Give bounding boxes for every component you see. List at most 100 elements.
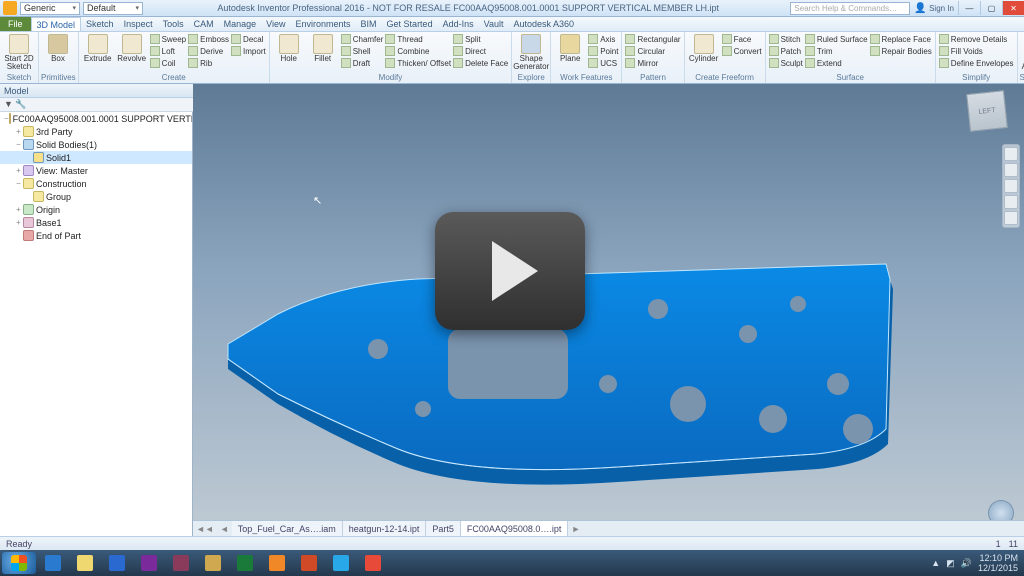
- fillet-button[interactable]: Fillet: [306, 33, 340, 63]
- plane-button[interactable]: Plane: [553, 33, 587, 63]
- stitch-button[interactable]: Stitch: [769, 33, 803, 45]
- tree-root[interactable]: −FC00AAQ95008.001.0001 SUPPORT VERTICAL …: [0, 112, 192, 125]
- cylinder-button[interactable]: Cylinder: [687, 33, 721, 63]
- doc-tab[interactable]: heatgun-12-14.ipt: [343, 521, 427, 536]
- navigation-bar[interactable]: [1002, 144, 1020, 228]
- taskbar-notes[interactable]: [166, 552, 196, 574]
- point-button[interactable]: Point: [588, 45, 618, 57]
- taskbar-inventor[interactable]: [262, 552, 292, 574]
- nav-zoom-icon[interactable]: [1004, 179, 1018, 193]
- tab-tools[interactable]: Tools: [158, 17, 189, 31]
- viewcube[interactable]: LEFT: [966, 90, 1008, 132]
- taskbar-app[interactable]: [198, 552, 228, 574]
- revolve-button[interactable]: Revolve: [115, 33, 149, 63]
- define-envelopes-button[interactable]: Define Envelopes: [939, 57, 1014, 69]
- convert-ff-button[interactable]: Convert: [722, 45, 762, 57]
- tab-view[interactable]: View: [261, 17, 290, 31]
- materials-combo[interactable]: Generic▾: [20, 2, 80, 15]
- browser-toolbar[interactable]: ▼ 🔧: [0, 98, 193, 112]
- tray-network-icon[interactable]: ◩: [946, 558, 955, 569]
- nav-home-icon[interactable]: [1004, 147, 1018, 161]
- remove-details-button[interactable]: Remove Details: [939, 33, 1014, 45]
- fill-voids-button[interactable]: Fill Voids: [939, 45, 1014, 57]
- shell-button[interactable]: Shell: [341, 45, 384, 57]
- model-tree[interactable]: −FC00AAQ95008.001.0001 SUPPORT VERTICAL …: [0, 112, 193, 536]
- tab-addins[interactable]: Add-Ins: [438, 17, 479, 31]
- tab-vault[interactable]: Vault: [479, 17, 509, 31]
- start-button[interactable]: [2, 552, 36, 574]
- tree-base1[interactable]: +Base1: [0, 216, 192, 229]
- tree-solid-bodies[interactable]: −Solid Bodies(1): [0, 138, 192, 151]
- help-search[interactable]: Search Help & Commands…: [790, 2, 910, 15]
- tab-get-started[interactable]: Get Started: [382, 17, 438, 31]
- taskbar-explorer[interactable]: [70, 552, 100, 574]
- stress-analysis-button[interactable]: Stress Analysis: [1020, 33, 1024, 71]
- tree-group[interactable]: Group: [0, 190, 192, 203]
- import-button[interactable]: Import: [231, 45, 266, 57]
- viewport[interactable]: LEFT ↖: [193, 84, 1024, 536]
- play-button-overlay[interactable]: [435, 212, 585, 330]
- tab-a360[interactable]: Autodesk A360: [508, 17, 579, 31]
- hole-button[interactable]: Hole: [272, 33, 306, 63]
- repair-bodies-button[interactable]: Repair Bodies: [870, 45, 932, 57]
- draft-button[interactable]: Draft: [341, 57, 384, 69]
- tray-volume-icon[interactable]: 🔊: [961, 558, 972, 569]
- tab-nav-back[interactable]: ◄: [217, 524, 232, 534]
- derive-button[interactable]: Derive: [188, 45, 229, 57]
- tree-end-of-part[interactable]: End of Part: [0, 229, 192, 242]
- chamfer-button[interactable]: Chamfer: [341, 33, 384, 45]
- ucs-button[interactable]: UCS: [588, 57, 618, 69]
- tab-cam[interactable]: CAM: [189, 17, 219, 31]
- tray-up-icon[interactable]: ▲: [931, 558, 940, 568]
- system-tray[interactable]: ▲ ◩ 🔊 12:10 PM12/1/2015: [931, 553, 1022, 573]
- combine-button[interactable]: Combine: [385, 45, 451, 57]
- taskbar-powerpoint[interactable]: [294, 552, 324, 574]
- nav-lookat-icon[interactable]: [1004, 211, 1018, 225]
- split-button[interactable]: Split: [453, 33, 508, 45]
- clock[interactable]: 12:10 PM12/1/2015: [978, 553, 1018, 573]
- tree-origin[interactable]: +Origin: [0, 203, 192, 216]
- tab-manage[interactable]: Manage: [219, 17, 262, 31]
- tab-3d-model[interactable]: 3D Model: [31, 17, 82, 31]
- replace-face-button[interactable]: Replace Face: [870, 33, 932, 45]
- ruled-surface-button[interactable]: Ruled Surface: [805, 33, 868, 45]
- doc-tab-active[interactable]: FC00AAQ95008.0….ipt: [461, 521, 569, 536]
- doc-tab[interactable]: Part5: [426, 521, 461, 536]
- circular-button[interactable]: Circular: [625, 45, 680, 57]
- signin-link[interactable]: 👤 Sign In: [914, 3, 954, 14]
- sculpt-button[interactable]: Sculpt: [769, 57, 803, 69]
- shape-generator-button[interactable]: Shape Generator: [514, 33, 548, 71]
- tab-nav-prev[interactable]: ◄◄: [193, 524, 217, 534]
- tab-environments[interactable]: Environments: [291, 17, 356, 31]
- tree-solid1[interactable]: Solid1: [0, 151, 192, 164]
- delete-face-button[interactable]: Delete Face: [453, 57, 508, 69]
- tab-sketch[interactable]: Sketch: [81, 17, 119, 31]
- tree-3rd-party[interactable]: +3rd Party: [0, 125, 192, 138]
- axis-button[interactable]: Axis: [588, 33, 618, 45]
- tab-inspect[interactable]: Inspect: [119, 17, 158, 31]
- maximize-button[interactable]: ▢: [980, 1, 1002, 15]
- taskbar-chrome[interactable]: [358, 552, 388, 574]
- close-button[interactable]: ✕: [1002, 1, 1024, 15]
- nav-pan-icon[interactable]: [1004, 163, 1018, 177]
- trim-button[interactable]: Trim: [805, 45, 868, 57]
- decal-button[interactable]: Decal: [231, 33, 266, 45]
- rectangular-button[interactable]: Rectangular: [625, 33, 680, 45]
- sweep-button[interactable]: Sweep: [150, 33, 186, 45]
- face-button[interactable]: Face: [722, 33, 762, 45]
- emboss-button[interactable]: Emboss: [188, 33, 229, 45]
- mirror-button[interactable]: Mirror: [625, 57, 680, 69]
- tab-bim[interactable]: BIM: [356, 17, 382, 31]
- nav-orbit-icon[interactable]: [1004, 195, 1018, 209]
- start-2d-sketch-button[interactable]: Start 2D Sketch: [2, 33, 36, 71]
- direct-button[interactable]: Direct: [453, 45, 508, 57]
- taskbar-onenote[interactable]: [134, 552, 164, 574]
- taskbar-ie[interactable]: [38, 552, 68, 574]
- doc-tab[interactable]: Top_Fuel_Car_As….iam: [232, 521, 343, 536]
- taskbar-excel[interactable]: [230, 552, 260, 574]
- taskbar-skype[interactable]: [326, 552, 356, 574]
- appearance-combo[interactable]: Default▾: [83, 2, 143, 15]
- thicken-button[interactable]: Thicken/ Offset: [385, 57, 451, 69]
- patch-button[interactable]: Patch: [769, 45, 803, 57]
- rib-button[interactable]: Rib: [188, 57, 229, 69]
